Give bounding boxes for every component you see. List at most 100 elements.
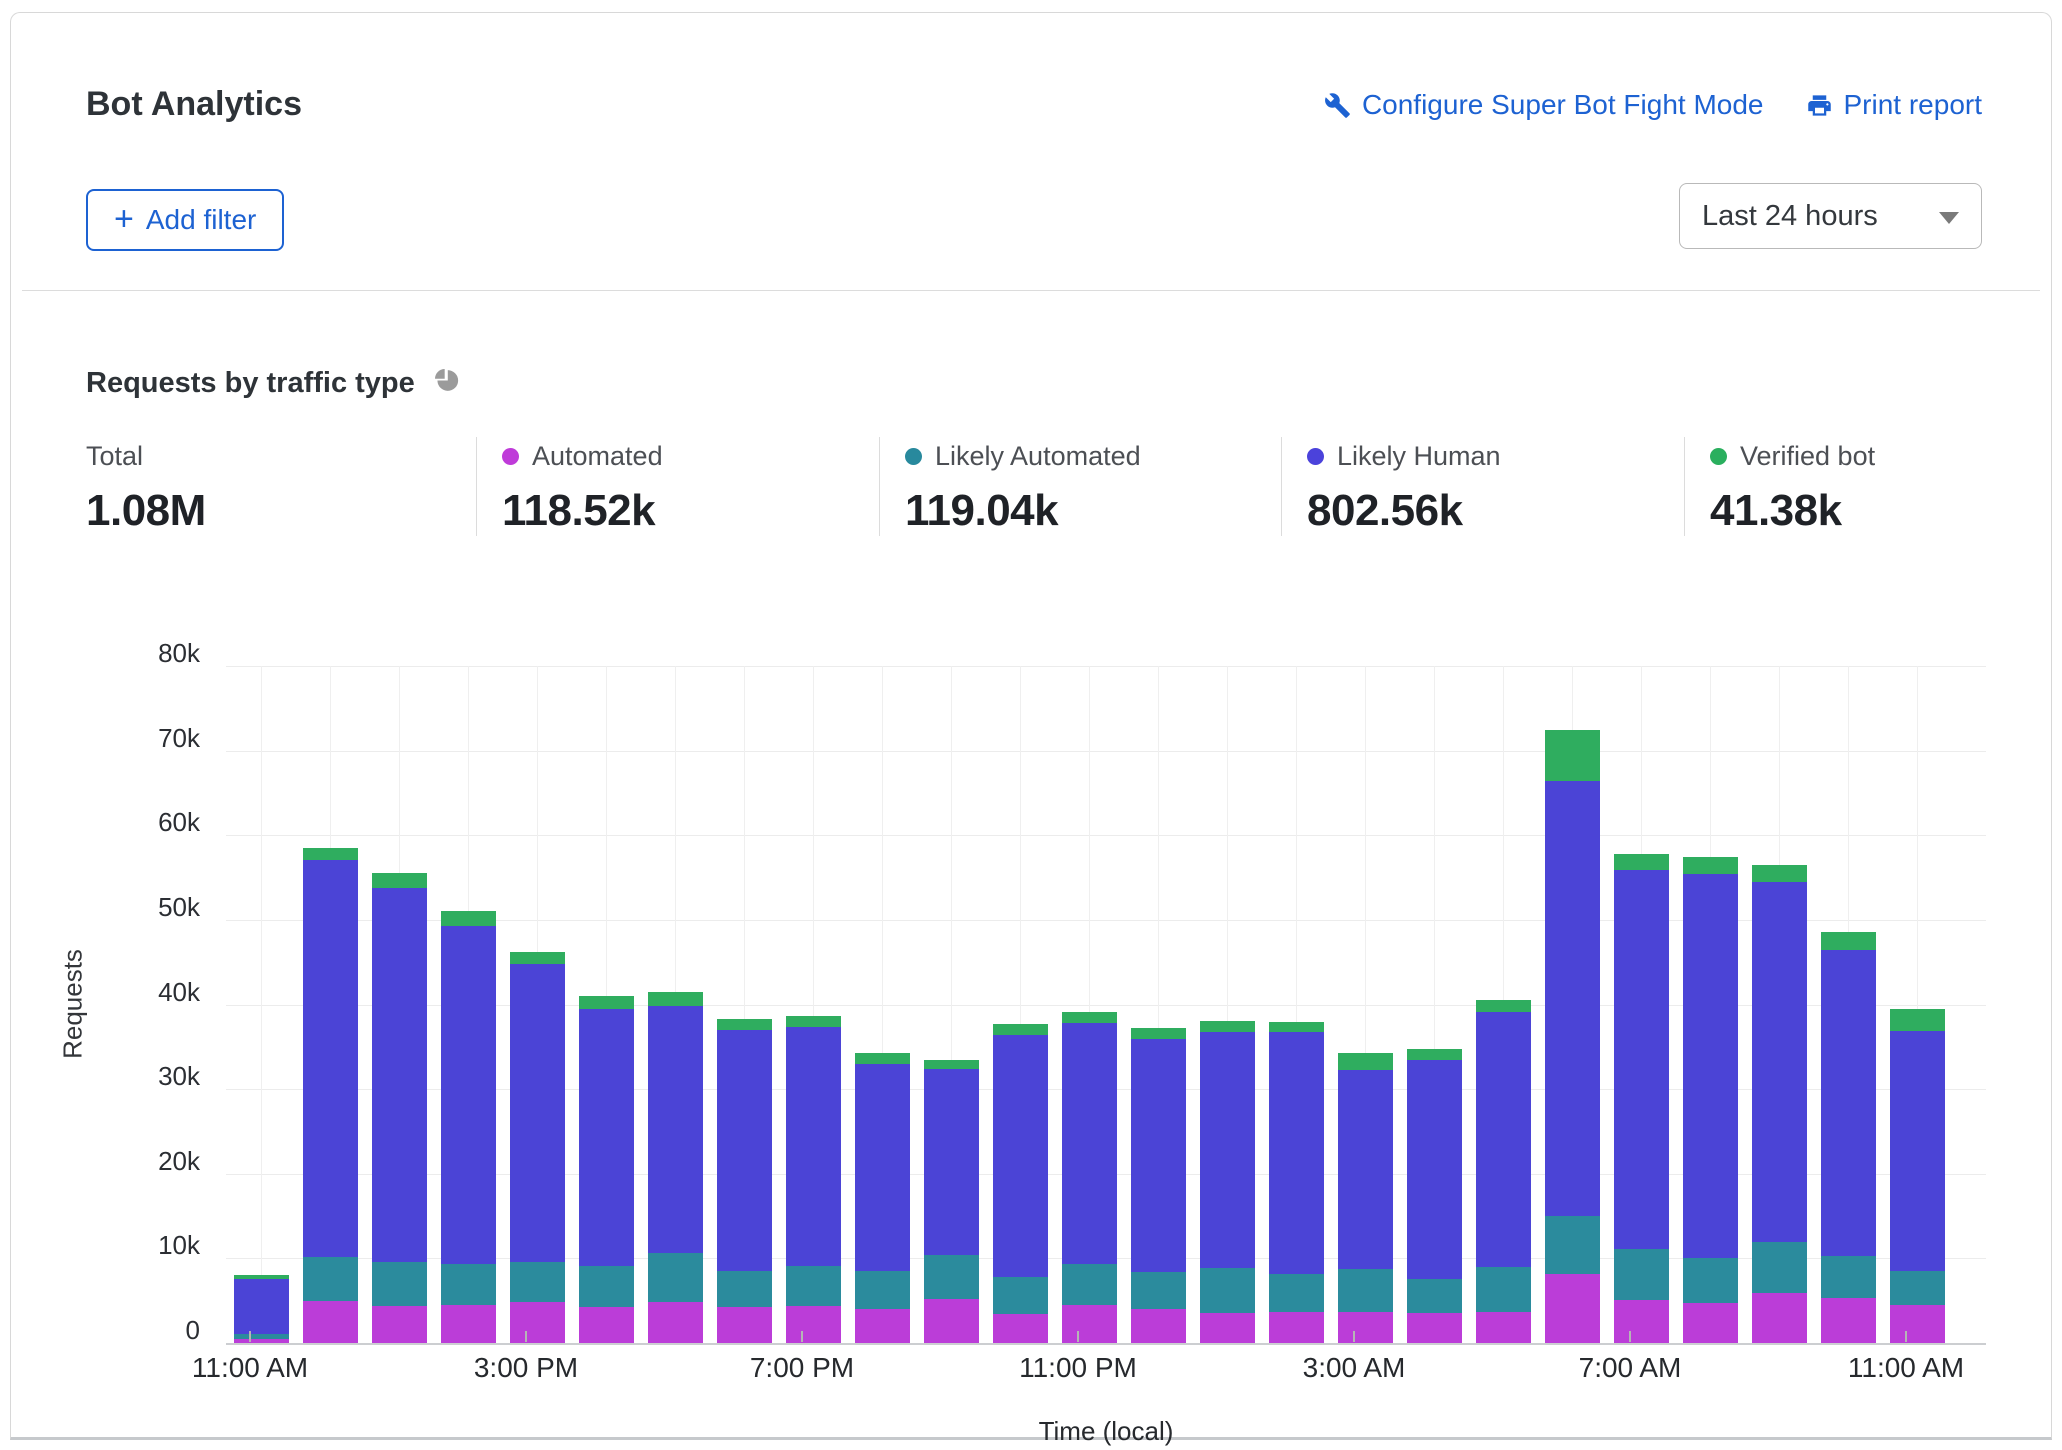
bar-segment-likely-automated[interactable] <box>1545 1216 1600 1274</box>
bar-1-00-am[interactable] <box>1200 1021 1255 1343</box>
bar-segment-likely-automated[interactable] <box>1683 1258 1738 1303</box>
bar-2-00-am[interactable] <box>1269 1022 1324 1343</box>
bar-segment-verified-bot[interactable] <box>1200 1021 1255 1031</box>
bar-11-00-am[interactable] <box>1890 1009 1945 1343</box>
bar-segment-likely-human[interactable] <box>1821 950 1876 1256</box>
bar-segment-automated[interactable] <box>717 1307 772 1343</box>
bar-segment-verified-bot[interactable] <box>1752 865 1807 882</box>
bar-3-00-pm[interactable] <box>510 952 565 1343</box>
bar-segment-automated[interactable] <box>1269 1312 1324 1343</box>
bar-segment-automated[interactable] <box>1407 1313 1462 1343</box>
bar-segment-likely-human[interactable] <box>1269 1032 1324 1273</box>
bar-segment-likely-human[interactable] <box>717 1030 772 1271</box>
bar-segment-automated[interactable] <box>1683 1303 1738 1343</box>
bar-segment-verified-bot[interactable] <box>303 848 358 860</box>
bar-3-00-am[interactable] <box>1338 1053 1393 1343</box>
bar-segment-likely-automated[interactable] <box>1338 1269 1393 1312</box>
bar-segment-likely-automated[interactable] <box>1752 1242 1807 1293</box>
bar-segment-likely-automated[interactable] <box>303 1257 358 1301</box>
stat-likely-human[interactable]: Likely Human802.56k <box>1281 437 1684 536</box>
bar-segment-likely-automated[interactable] <box>1890 1271 1945 1305</box>
bar-8-00-pm[interactable] <box>855 1053 910 1343</box>
bar-segment-automated[interactable] <box>1614 1300 1669 1343</box>
bar-segment-verified-bot[interactable] <box>1683 857 1738 874</box>
bar-segment-verified-bot[interactable] <box>924 1060 979 1069</box>
bar-segment-likely-automated[interactable] <box>1407 1279 1462 1314</box>
bar-segment-likely-human[interactable] <box>1476 1012 1531 1267</box>
bar-segment-likely-human[interactable] <box>1407 1060 1462 1278</box>
stat-total[interactable]: Total1.08M <box>86 437 476 536</box>
bar-segment-verified-bot[interactable] <box>1821 932 1876 950</box>
bar-segment-automated[interactable] <box>786 1306 841 1343</box>
stat-verified-bot[interactable]: Verified bot41.38k <box>1684 437 1982 536</box>
bar-segment-likely-human[interactable] <box>855 1064 910 1271</box>
bar-segment-likely-automated[interactable] <box>786 1266 841 1306</box>
bar-segment-likely-automated[interactable] <box>1269 1274 1324 1312</box>
bar-segment-likely-human[interactable] <box>1131 1039 1186 1272</box>
bar-11-00-am[interactable] <box>234 1275 289 1343</box>
bar-12-00-am[interactable] <box>1131 1028 1186 1343</box>
bar-segment-verified-bot[interactable] <box>855 1053 910 1064</box>
bar-segment-verified-bot[interactable] <box>372 873 427 887</box>
bar-11-00-pm[interactable] <box>1062 1012 1117 1343</box>
add-filter-button[interactable]: + Add filter <box>86 189 284 251</box>
bar-segment-likely-human[interactable] <box>1752 882 1807 1243</box>
bar-segment-automated[interactable] <box>303 1301 358 1343</box>
bar-segment-likely-human[interactable] <box>1338 1070 1393 1269</box>
bar-segment-automated[interactable] <box>1821 1298 1876 1343</box>
bar-segment-verified-bot[interactable] <box>1476 1000 1531 1012</box>
bar-9-00-am[interactable] <box>1752 865 1807 1343</box>
bar-segment-likely-automated[interactable] <box>924 1255 979 1299</box>
bar-segment-automated[interactable] <box>1200 1313 1255 1343</box>
bar-12-00-pm[interactable] <box>303 848 358 1343</box>
bar-segment-verified-bot[interactable] <box>1545 730 1600 781</box>
bar-segment-automated[interactable] <box>1890 1305 1945 1343</box>
bar-segment-likely-automated[interactable] <box>1131 1272 1186 1309</box>
bar-segment-likely-human[interactable] <box>510 964 565 1262</box>
bar-7-00-pm[interactable] <box>786 1016 841 1343</box>
bar-segment-verified-bot[interactable] <box>1407 1049 1462 1061</box>
bar-segment-verified-bot[interactable] <box>510 952 565 964</box>
bar-segment-automated[interactable] <box>993 1314 1048 1343</box>
bar-10-00-pm[interactable] <box>993 1024 1048 1343</box>
bar-segment-likely-human[interactable] <box>441 926 496 1265</box>
bar-segment-likely-automated[interactable] <box>648 1253 703 1302</box>
bar-segment-likely-human[interactable] <box>993 1035 1048 1277</box>
bar-1-00-pm[interactable] <box>372 873 427 1343</box>
bar-segment-likely-automated[interactable] <box>1614 1249 1669 1300</box>
bar-segment-likely-human[interactable] <box>579 1009 634 1266</box>
bar-segment-likely-human[interactable] <box>1200 1032 1255 1268</box>
bar-segment-likely-human[interactable] <box>372 888 427 1262</box>
bar-segment-verified-bot[interactable] <box>1890 1009 1945 1031</box>
bar-segment-verified-bot[interactable] <box>1338 1053 1393 1070</box>
bar-segment-verified-bot[interactable] <box>648 992 703 1006</box>
bar-segment-likely-human[interactable] <box>1614 870 1669 1249</box>
bar-segment-likely-human[interactable] <box>786 1027 841 1266</box>
bar-6-00-pm[interactable] <box>717 1019 772 1343</box>
bar-segment-likely-automated[interactable] <box>993 1277 1048 1314</box>
bar-7-00-am[interactable] <box>1614 854 1669 1343</box>
bar-segment-automated[interactable] <box>924 1299 979 1343</box>
stat-likely-automated[interactable]: Likely Automated119.04k <box>879 437 1281 536</box>
bar-segment-likely-human[interactable] <box>1062 1023 1117 1264</box>
bar-segment-likely-automated[interactable] <box>1200 1268 1255 1314</box>
bar-segment-automated[interactable] <box>1545 1274 1600 1343</box>
print-report-link[interactable]: Print report <box>1806 89 1983 121</box>
bar-segment-automated[interactable] <box>579 1307 634 1343</box>
bar-segment-verified-bot[interactable] <box>441 911 496 925</box>
bar-9-00-pm[interactable] <box>924 1060 979 1343</box>
bar-segment-likely-human[interactable] <box>1890 1031 1945 1271</box>
bar-segment-verified-bot[interactable] <box>786 1016 841 1027</box>
bar-segment-automated[interactable] <box>372 1306 427 1343</box>
bar-segment-automated[interactable] <box>510 1302 565 1343</box>
bar-segment-likely-automated[interactable] <box>372 1262 427 1306</box>
bar-segment-verified-bot[interactable] <box>1269 1022 1324 1032</box>
bar-5-00-am[interactable] <box>1476 1000 1531 1343</box>
bar-segment-likely-human[interactable] <box>648 1006 703 1253</box>
bar-segment-automated[interactable] <box>1062 1305 1117 1343</box>
bar-segment-verified-bot[interactable] <box>717 1019 772 1030</box>
bar-segment-likely-automated[interactable] <box>510 1262 565 1303</box>
bar-segment-likely-automated[interactable] <box>579 1266 634 1307</box>
bar-segment-verified-bot[interactable] <box>1131 1028 1186 1039</box>
stat-automated[interactable]: Automated118.52k <box>476 437 879 536</box>
